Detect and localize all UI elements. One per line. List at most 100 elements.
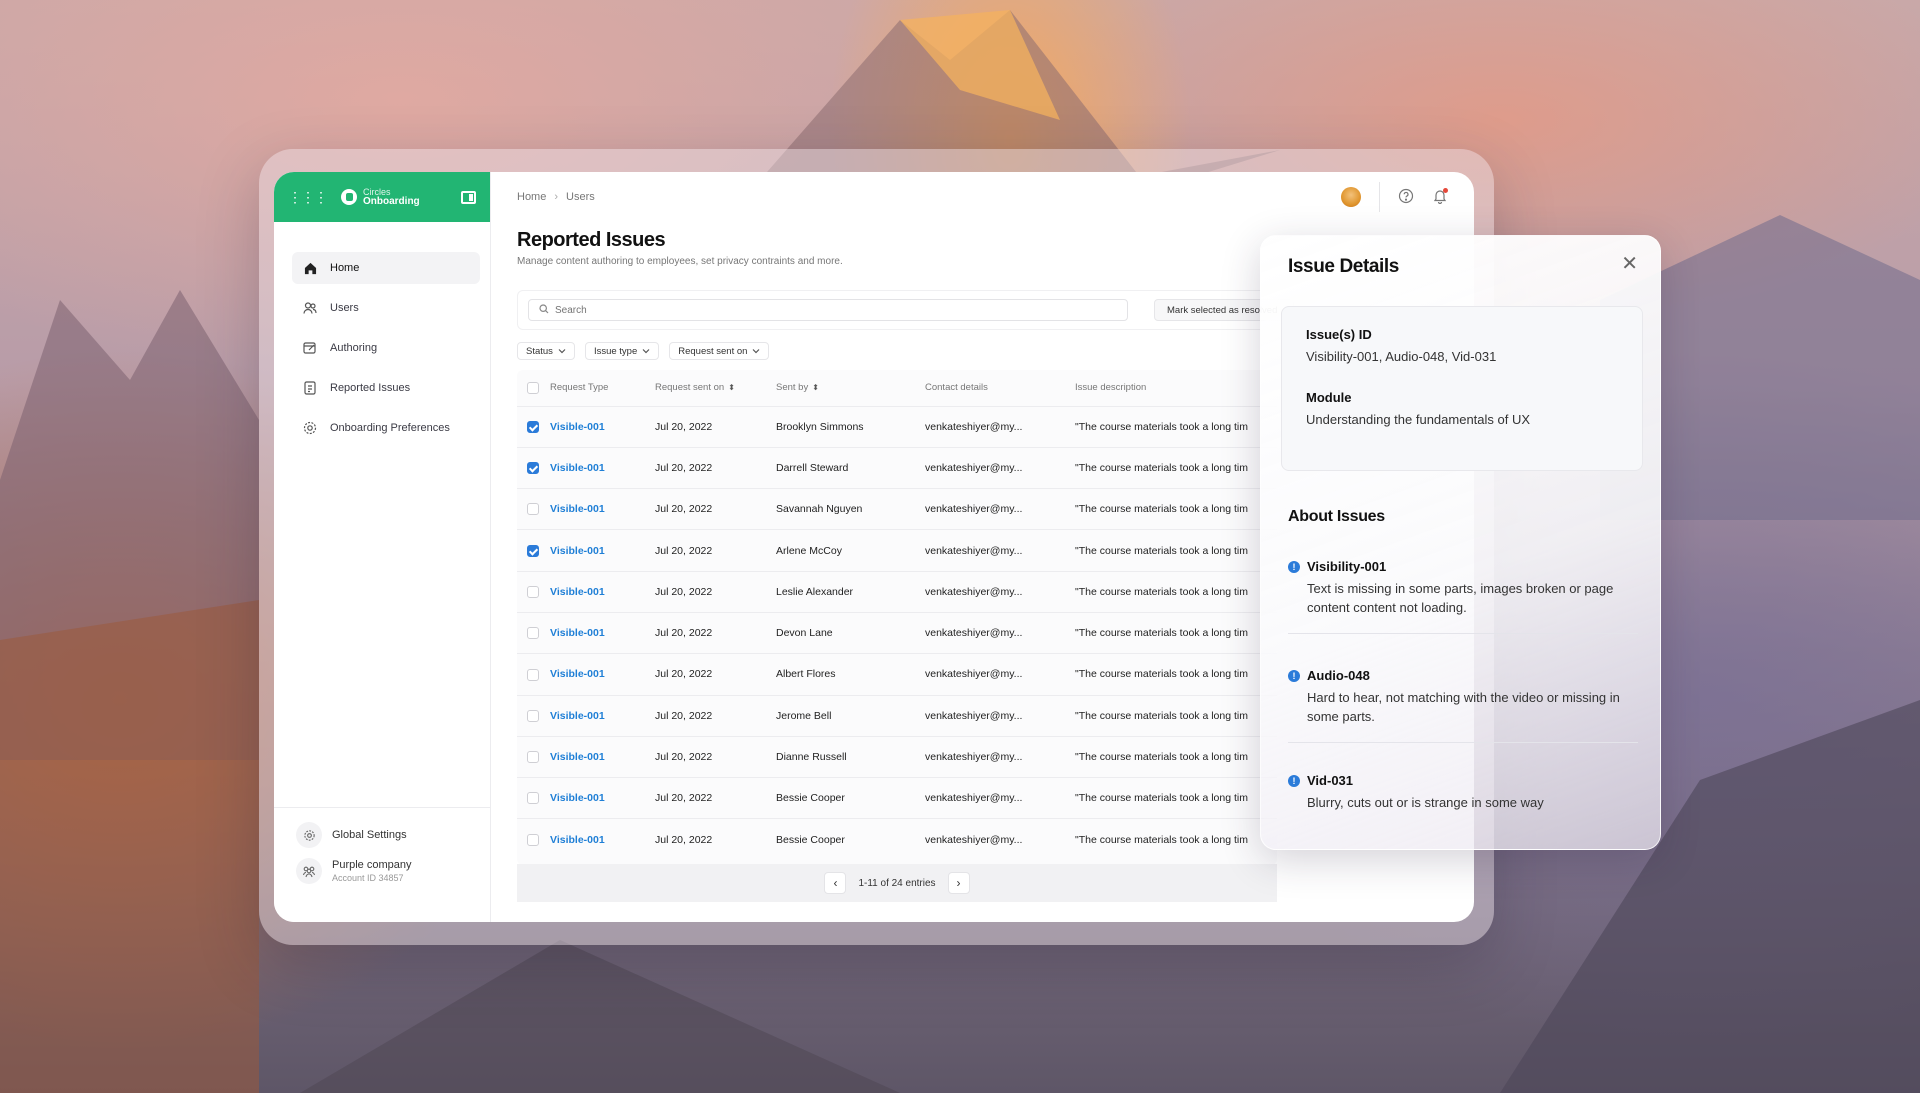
contact-details: venkateshiyer@my... xyxy=(925,653,1075,696)
pagination-text: 1-11 of 24 entries xyxy=(858,877,936,889)
filter-status[interactable]: Status xyxy=(517,342,575,360)
filter-issue-type[interactable]: Issue type xyxy=(584,342,660,360)
next-page-button[interactable]: › xyxy=(947,872,970,894)
row-select-cell xyxy=(517,611,550,654)
sidebar-item-users[interactable]: Users xyxy=(292,292,480,324)
global-settings-item[interactable]: Global Settings xyxy=(296,822,472,848)
company-account[interactable]: Purple company Account ID 34857 xyxy=(296,858,472,884)
row-checkbox[interactable] xyxy=(527,544,539,557)
issue-item-audio: ! Audio-048 Hard to hear, not matching wi… xyxy=(1288,668,1638,743)
column-header: Issue description xyxy=(1075,382,1147,394)
page-title: Reported Issues xyxy=(517,229,666,251)
sidebar-item-authoring[interactable]: Authoring xyxy=(292,332,480,364)
issue-description: Hard to hear, not matching with the vide… xyxy=(1307,690,1620,724)
team-icon xyxy=(296,858,322,884)
row-select-cell xyxy=(517,653,550,696)
issue-name: Audio-048 xyxy=(1307,668,1370,683)
sidebar-collapse-icon[interactable] xyxy=(461,190,476,204)
preferences-icon xyxy=(302,420,318,436)
table-row[interactable]: Visible-001 Jul 20, 2022 Dianne Russell ven… xyxy=(517,735,1277,778)
table-toolbar: Mark selected as resolved xyxy=(517,290,1294,330)
issue-summary-card: Issue(s) ID Visibility-001, Audio-048, V… xyxy=(1281,306,1643,471)
request-type-link[interactable]: Visible-001 xyxy=(550,653,655,696)
issues-table: Request Type Request sent on ⬍ Sent by ⬍ C… xyxy=(517,370,1277,865)
row-checkbox[interactable] xyxy=(527,585,539,598)
table-row[interactable]: Visible-001 Jul 20, 2022 Bessie Cooper venk… xyxy=(517,777,1277,819)
request-type-link[interactable]: Visible-001 xyxy=(550,446,655,489)
table-row[interactable]: Visible-001 Jul 20, 2022 Brooklyn Simmons v… xyxy=(517,405,1277,448)
apps-grid-icon[interactable]: ⋮⋮⋮ xyxy=(288,189,328,206)
brand-line2: Onboarding xyxy=(363,196,420,207)
request-type-link[interactable]: Visible-001 xyxy=(550,405,655,448)
prev-page-button[interactable]: ‹ xyxy=(824,872,847,894)
module-value: Understanding the fundamentals of UX xyxy=(1306,412,1531,427)
row-checkbox[interactable] xyxy=(527,709,539,722)
table-row[interactable]: Visible-001 Jul 20, 2022 Darrell Steward ve… xyxy=(517,446,1277,489)
row-checkbox[interactable] xyxy=(527,503,539,516)
filter-request-sent-on[interactable]: Request sent on xyxy=(669,342,770,360)
brand-logo-icon xyxy=(341,189,357,205)
sidebar-item-onboarding-preferences[interactable]: Onboarding Preferences xyxy=(292,412,480,444)
column-header: Contact details xyxy=(925,382,988,394)
request-type-link[interactable]: Visible-001 xyxy=(550,694,655,737)
row-select-cell xyxy=(517,735,550,778)
column-header-sortable[interactable]: Sent by ⬍ xyxy=(776,370,925,406)
row-checkbox[interactable] xyxy=(527,462,539,475)
sender-name: Devon Lane xyxy=(776,611,925,654)
row-checkbox[interactable] xyxy=(527,420,539,433)
issue-item-video: ! Vid-031 Blurry, cuts out or is strange … xyxy=(1288,773,1638,828)
contact-details: venkateshiyer@my... xyxy=(925,818,1075,861)
table-row[interactable]: Visible-001 Jul 20, 2022 Arlene McCoy venka… xyxy=(517,529,1277,572)
issue-description-cell: "The course materials took a long tim xyxy=(1075,694,1277,737)
filter-label: Issue type xyxy=(593,345,638,357)
row-checkbox[interactable] xyxy=(527,833,539,846)
request-type-link[interactable]: Visible-001 xyxy=(550,570,655,613)
search-input[interactable] xyxy=(555,304,1095,316)
chevron-down-icon xyxy=(752,346,760,357)
issue-name: Vid-031 xyxy=(1307,773,1354,788)
select-all-checkbox[interactable] xyxy=(527,381,539,394)
issue-item-visibility: ! Visibility-001 Text is missing in some … xyxy=(1288,559,1638,634)
request-date: Jul 20, 2022 xyxy=(655,570,776,613)
request-type-link[interactable]: Visible-001 xyxy=(550,777,655,819)
request-date: Jul 20, 2022 xyxy=(655,694,776,737)
global-settings-label: Global Settings xyxy=(332,829,407,841)
breadcrumb-home[interactable]: Home xyxy=(517,191,546,203)
sidebar-item-label: Users xyxy=(330,302,359,314)
chevron-down-icon xyxy=(558,346,566,357)
request-date: Jul 20, 2022 xyxy=(655,653,776,696)
close-icon[interactable]: ✕ xyxy=(1621,254,1638,274)
issue-description: Text is missing in some parts, images br… xyxy=(1307,581,1614,615)
row-checkbox[interactable] xyxy=(527,751,539,764)
table-row[interactable]: Visible-001 Jul 20, 2022 Albert Flores venk… xyxy=(517,653,1277,696)
request-type-link[interactable]: Visible-001 xyxy=(550,488,655,530)
table-row[interactable]: Visible-001 Jul 20, 2022 Savannah Nguyen ve… xyxy=(517,488,1277,530)
request-type-link[interactable]: Visible-001 xyxy=(550,611,655,654)
issue-description-cell: "The course materials took a long tim xyxy=(1075,818,1277,861)
sender-name: Darrell Steward xyxy=(776,446,925,489)
table-row[interactable]: Visible-001 Jul 20, 2022 Jerome Bell venkat… xyxy=(517,694,1277,737)
table-row[interactable]: Visible-001 Jul 20, 2022 Devon Lane venkate… xyxy=(517,611,1277,654)
filter-bar: Status Issue type Request sent on xyxy=(517,342,770,360)
table-row[interactable]: Visible-001 Jul 20, 2022 Bessie Cooper venk… xyxy=(517,818,1277,861)
issue-description-cell: "The course materials took a long tim xyxy=(1075,529,1277,572)
row-checkbox[interactable] xyxy=(527,792,539,805)
help-icon[interactable] xyxy=(1398,188,1414,207)
request-type-link[interactable]: Visible-001 xyxy=(550,735,655,778)
sort-icon: ⬍ xyxy=(812,383,819,393)
bell-icon[interactable] xyxy=(1432,187,1448,207)
sidebar-item-home[interactable]: Home xyxy=(292,252,480,284)
issue-description: Blurry, cuts out or is strange in some w… xyxy=(1307,795,1544,810)
row-select-cell xyxy=(517,570,550,613)
sidebar-item-reported-issues[interactable]: Reported Issues xyxy=(292,372,480,404)
request-date: Jul 20, 2022 xyxy=(655,488,776,530)
company-name: Purple company xyxy=(332,859,412,871)
row-select-cell xyxy=(517,488,550,530)
avatar[interactable] xyxy=(1341,187,1361,207)
row-checkbox[interactable] xyxy=(527,627,539,640)
request-type-link[interactable]: Visible-001 xyxy=(550,818,655,861)
column-header-sortable[interactable]: Request sent on ⬍ xyxy=(655,370,776,406)
request-type-link[interactable]: Visible-001 xyxy=(550,529,655,572)
row-checkbox[interactable] xyxy=(527,668,539,681)
table-row[interactable]: Visible-001 Jul 20, 2022 Leslie Alexander v… xyxy=(517,570,1277,613)
